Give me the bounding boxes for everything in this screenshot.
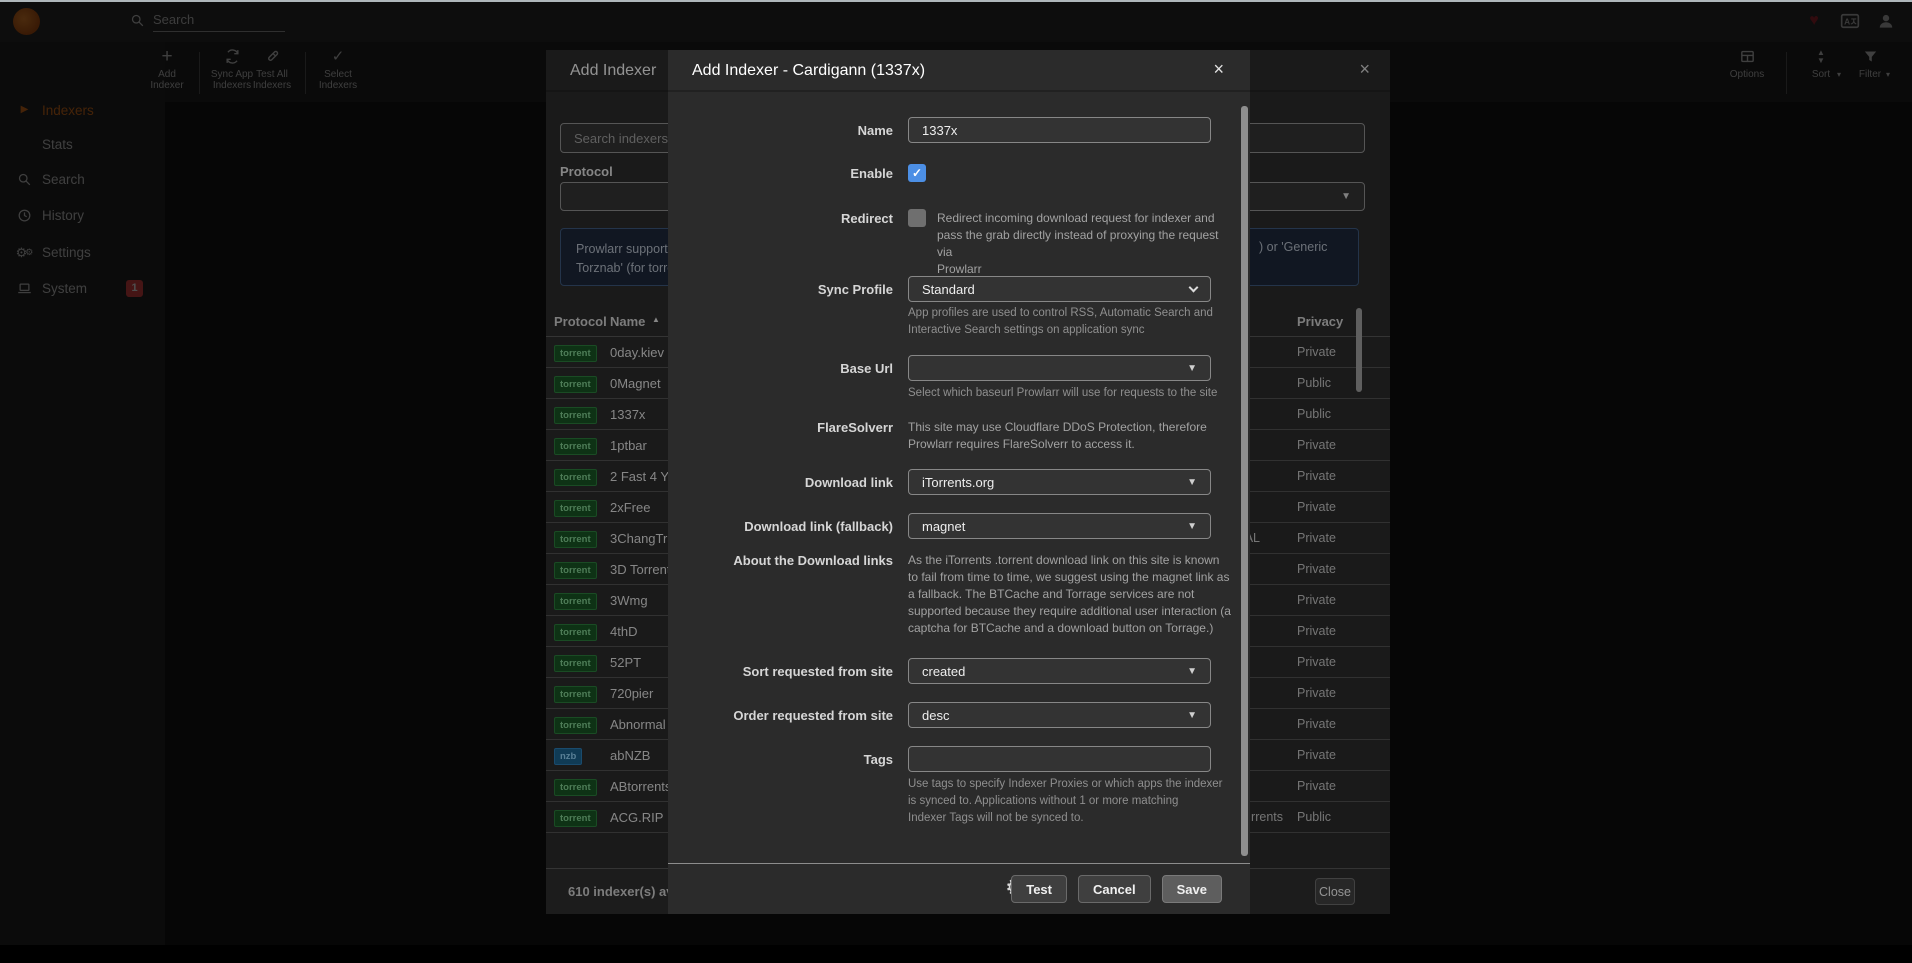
cardigann-modal-footer: ⚙ × Test Cancel Save — [668, 863, 1250, 914]
caret-down-icon: ▼ — [1187, 710, 1197, 721]
download-link-fallback-value: magnet — [922, 519, 1187, 534]
base-url-select[interactable]: ▼ — [908, 355, 1211, 381]
sort-requested-label: Sort requested from site — [668, 664, 893, 679]
redirect-checkbox[interactable] — [908, 209, 926, 227]
add-indexer-cardigann-modal: Add Indexer - Cardigann (1337x) × Name E… — [668, 50, 1250, 914]
cardigann-modal-header: Add Indexer - Cardigann (1337x) × — [668, 50, 1250, 92]
window-top-edge — [0, 0, 1912, 2]
name-label: Name — [668, 123, 893, 138]
tags-label: Tags — [668, 752, 893, 767]
enable-label: Enable — [668, 166, 893, 181]
base-url-label: Base Url — [668, 361, 893, 376]
save-button[interactable]: Save — [1162, 875, 1222, 903]
redirect-help-text: Redirect incoming download request for i… — [937, 210, 1222, 278]
download-link-fallback-select[interactable]: magnet ▼ — [908, 513, 1211, 539]
sync-profile-select[interactable]: Standard — [908, 276, 1211, 302]
order-requested-select[interactable]: desc ▼ — [908, 702, 1211, 728]
test-button[interactable]: Test — [1011, 875, 1067, 903]
chevron-down-icon — [1189, 282, 1199, 292]
sync-profile-help: App profiles are used to control RSS, Au… — [908, 305, 1238, 339]
about-download-links-text: As the iTorrents .torrent download link … — [908, 552, 1233, 637]
sync-profile-label: Sync Profile — [668, 282, 893, 297]
tags-help: Use tags to specify Indexer Proxies or w… — [908, 776, 1238, 827]
close-icon[interactable]: × — [1213, 59, 1224, 80]
about-download-links-label: About the Download links — [668, 553, 893, 568]
cancel-button[interactable]: Cancel — [1078, 875, 1151, 903]
base-url-help: Select which baseurl Prowlarr will use f… — [908, 385, 1238, 402]
sort-requested-select[interactable]: created ▼ — [908, 658, 1211, 684]
download-link-value: iTorrents.org — [922, 475, 1187, 490]
tags-input[interactable] — [908, 746, 1211, 772]
flaresolverr-text: This site may use Cloudflare DDoS Protec… — [908, 419, 1228, 453]
caret-down-icon: ▼ — [1187, 477, 1197, 488]
download-link-label: Download link — [668, 475, 893, 490]
order-requested-label: Order requested from site — [668, 708, 893, 723]
redirect-label: Redirect — [668, 211, 893, 226]
caret-down-icon: ▼ — [1187, 666, 1197, 677]
cardigann-modal-title: Add Indexer - Cardigann (1337x) — [692, 62, 925, 80]
cardigann-modal-body: Name Enable ✓ Redirect Redirect incoming… — [668, 92, 1250, 863]
caret-down-icon: ▼ — [1187, 363, 1197, 374]
download-link-select[interactable]: iTorrents.org ▼ — [908, 469, 1211, 495]
enable-checkbox[interactable]: ✓ — [908, 164, 926, 182]
download-link-fallback-label: Download link (fallback) — [668, 519, 893, 534]
flaresolverr-label: FlareSolverr — [668, 420, 893, 435]
order-requested-value: desc — [922, 708, 1187, 723]
caret-down-icon: ▼ — [1187, 521, 1197, 532]
sort-requested-value: created — [922, 664, 1187, 679]
check-icon: ✓ — [912, 166, 922, 180]
modal-scrollbar-thumb[interactable] — [1241, 106, 1248, 856]
screen: ♥A ▶IndexersStatsSearchHistory⚙⚙Settings… — [0, 0, 1912, 963]
name-input[interactable] — [908, 117, 1211, 143]
sync-profile-value: Standard — [922, 282, 1190, 297]
